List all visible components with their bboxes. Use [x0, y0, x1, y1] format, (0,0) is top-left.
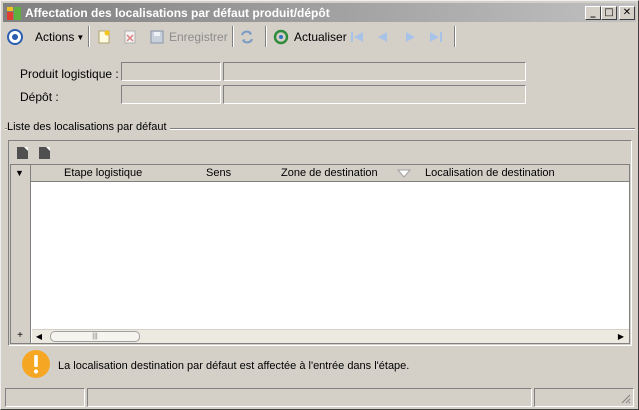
status-cell-3	[534, 388, 634, 407]
scroll-right-icon[interactable]: ▶	[615, 331, 627, 343]
scroll-left-icon[interactable]: ◀	[33, 331, 45, 343]
minimize-button[interactable]: _	[585, 6, 601, 20]
delete-button[interactable]	[122, 27, 138, 47]
depot-label: Dépôt :	[20, 90, 59, 104]
horizontal-scrollbar[interactable]: ◀ ||| ▶	[32, 329, 629, 343]
status-cell-2	[87, 388, 532, 407]
new-button[interactable]	[96, 27, 112, 47]
localisations-grid[interactable]: ▼ Etape logistique Sens Zone de destinat…	[10, 164, 630, 344]
save-icon	[150, 30, 164, 44]
first-record-button[interactable]	[349, 27, 365, 47]
dropdown-arrow-icon: ▼	[76, 32, 85, 42]
delete-icon	[124, 30, 136, 44]
row-selector-column: ▼	[11, 165, 31, 343]
previous-record-button[interactable]	[375, 27, 391, 47]
produit-label: Produit logistique :	[20, 67, 119, 81]
previous-icon	[378, 32, 387, 42]
warning-icon	[22, 350, 50, 378]
grid-header: Etape logistique Sens Zone de destinatio…	[31, 165, 629, 182]
title-bar[interactable]: Affectation des localisations par défaut…	[3, 3, 636, 22]
refresh-icon	[273, 29, 289, 45]
maximize-button[interactable]: □	[601, 6, 617, 20]
window-title: Affectation des localisations par défaut…	[25, 6, 330, 20]
column-header-sens[interactable]: Sens	[206, 167, 231, 179]
grid-toolbar	[9, 142, 631, 164]
sync-button[interactable]	[239, 27, 255, 47]
depot-description-field[interactable]	[223, 85, 526, 104]
produit-code-field[interactable]	[121, 62, 221, 81]
toolbar-separator	[88, 26, 90, 47]
add-row-button[interactable]: +	[14, 330, 26, 342]
toolbar-separator	[232, 26, 234, 47]
grid-collapse-icon[interactable]	[37, 145, 53, 161]
refresh-button[interactable]: Actualiser	[273, 27, 347, 47]
refresh-label: Actualiser	[294, 30, 347, 44]
toolbar-separator	[454, 26, 456, 47]
save-label: Enregistrer	[169, 30, 228, 44]
last-record-button[interactable]	[428, 27, 444, 47]
scroll-thumb[interactable]: |||	[50, 331, 140, 342]
toolbar-separator	[265, 26, 267, 47]
status-cell-1	[5, 388, 85, 407]
new-document-icon	[98, 30, 110, 44]
column-header-zone[interactable]: Zone de destination	[281, 167, 378, 179]
last-icon	[430, 32, 442, 42]
save-button[interactable]: Enregistrer	[149, 27, 228, 47]
grid-expand-icon[interactable]	[15, 145, 31, 161]
row-selector-arrow-icon[interactable]: ▼	[15, 168, 24, 178]
menu-circle-icon	[7, 29, 23, 45]
produit-description-field[interactable]	[223, 62, 526, 81]
column-header-localisation[interactable]: Localisation de destination	[425, 167, 555, 179]
main-window: Affectation des localisations par défaut…	[0, 0, 639, 410]
toolbar: Actions ▼ Enregistrer Actualiser	[3, 24, 636, 50]
sync-icon	[241, 30, 253, 44]
app-icon	[7, 7, 21, 20]
info-message: La localisation destination par défaut e…	[58, 360, 410, 372]
next-icon	[406, 32, 415, 42]
close-button[interactable]: ✕	[619, 6, 635, 20]
depot-code-field[interactable]	[121, 85, 221, 104]
sort-filter-icon[interactable]	[397, 169, 411, 178]
first-icon	[351, 32, 363, 42]
actions-menu-button[interactable]: Actions ▼	[35, 27, 84, 47]
column-header-etape[interactable]: Etape logistique	[64, 167, 142, 179]
next-record-button[interactable]	[402, 27, 418, 47]
status-bar	[3, 388, 636, 407]
actions-label: Actions	[35, 30, 75, 44]
group-title: Liste des localisations par défaut	[7, 121, 170, 133]
menu-button[interactable]	[7, 27, 23, 47]
resize-grip-icon[interactable]	[619, 392, 631, 404]
